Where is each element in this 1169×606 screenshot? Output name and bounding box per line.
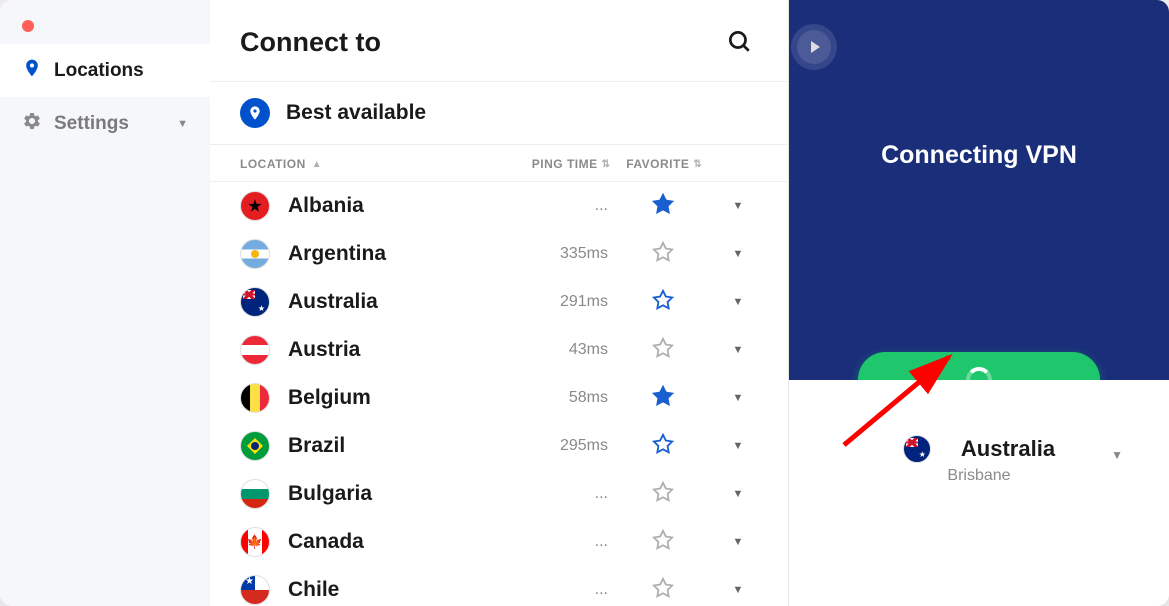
- expand-toggle[interactable]: ▼: [718, 248, 758, 260]
- country-name: Bulgaria: [288, 482, 498, 506]
- ping-value: 295ms: [498, 437, 608, 455]
- star-icon: [652, 337, 674, 359]
- flag-icon: [240, 479, 270, 509]
- search-icon: [726, 28, 752, 54]
- connection-panel: Connecting VPN Australia Brisbane ▼: [789, 0, 1169, 606]
- favorite-toggle[interactable]: [608, 289, 718, 316]
- star-icon: [652, 193, 674, 215]
- favorite-toggle[interactable]: [608, 385, 718, 412]
- country-name: Austria: [288, 338, 498, 362]
- sidebar-item-locations[interactable]: Locations: [0, 44, 210, 97]
- country-name: Canada: [288, 530, 498, 554]
- column-ping[interactable]: PING TIME⇅: [498, 157, 608, 171]
- expand-toggle[interactable]: ▼: [718, 536, 758, 548]
- expand-toggle[interactable]: ▼: [718, 344, 758, 356]
- expand-toggle[interactable]: ▼: [718, 296, 758, 308]
- chevron-down-icon: ▼: [177, 118, 188, 130]
- star-icon: [652, 289, 674, 311]
- main-panel: Connect to Best available LOCATION▲ PING…: [210, 0, 789, 606]
- country-name: Australia: [288, 290, 498, 314]
- star-icon: [652, 529, 674, 551]
- star-icon: [652, 481, 674, 503]
- selected-flag-icon: [903, 435, 931, 463]
- ping-value: ...: [498, 485, 608, 503]
- flag-icon: [240, 527, 270, 557]
- location-pin-icon: [22, 58, 42, 83]
- expand-toggle[interactable]: ▼: [718, 584, 758, 596]
- flag-icon: [240, 287, 270, 317]
- favorite-toggle[interactable]: [608, 193, 718, 220]
- expand-toggle[interactable]: ▼: [718, 200, 758, 212]
- expand-toggle[interactable]: ▼: [718, 440, 758, 452]
- country-name: Brazil: [288, 434, 498, 458]
- star-icon: [652, 577, 674, 599]
- sidebar: Locations Settings ▼: [0, 0, 210, 606]
- close-window-button[interactable]: [22, 20, 34, 32]
- favorite-toggle[interactable]: [608, 481, 718, 508]
- selected-city-name: Brisbane: [947, 467, 1010, 485]
- window-controls: [0, 0, 210, 44]
- location-list[interactable]: Albania ... ▼ Argentina 335ms ▼ Australi…: [210, 182, 788, 606]
- header: Connect to: [210, 0, 788, 82]
- star-icon: [652, 241, 674, 263]
- country-name: Albania: [288, 194, 498, 218]
- favorite-toggle[interactable]: [608, 337, 718, 364]
- expand-toggle[interactable]: ▼: [718, 392, 758, 404]
- location-row[interactable]: Australia 291ms ▼: [210, 278, 788, 326]
- sidebar-item-settings[interactable]: Settings ▼: [0, 97, 210, 150]
- flag-icon: [240, 239, 270, 269]
- favorite-toggle[interactable]: [608, 433, 718, 460]
- column-location[interactable]: LOCATION▲: [240, 157, 498, 171]
- favorite-toggle[interactable]: [608, 577, 718, 604]
- flag-icon: [240, 383, 270, 413]
- sort-icon: ⇅: [693, 159, 699, 170]
- selected-location-area: Australia Brisbane ▼: [789, 380, 1169, 606]
- connection-status-text: Connecting VPN: [881, 141, 1077, 170]
- country-name: Chile: [288, 578, 498, 602]
- sidebar-item-label: Locations: [54, 60, 144, 82]
- country-name: Belgium: [288, 386, 498, 410]
- location-row[interactable]: Chile ... ▼: [210, 566, 788, 606]
- ping-value: 291ms: [498, 293, 608, 311]
- ping-value: 58ms: [498, 389, 608, 407]
- best-available-label: Best available: [286, 101, 426, 125]
- favorite-toggle[interactable]: [608, 529, 718, 556]
- flag-icon: [240, 335, 270, 365]
- location-dropdown-toggle[interactable]: ▼: [1111, 448, 1123, 462]
- flag-icon: [240, 431, 270, 461]
- search-button[interactable]: [720, 22, 758, 63]
- location-row[interactable]: Canada ... ▼: [210, 518, 788, 566]
- selected-location[interactable]: Australia: [903, 435, 1055, 463]
- ping-value: 43ms: [498, 341, 608, 359]
- ping-value: ...: [498, 581, 608, 599]
- ping-value: 335ms: [498, 245, 608, 263]
- ping-value: ...: [498, 197, 608, 215]
- country-name: Argentina: [288, 242, 498, 266]
- location-row[interactable]: Brazil 295ms ▼: [210, 422, 788, 470]
- location-row[interactable]: Austria 43ms ▼: [210, 326, 788, 374]
- location-row[interactable]: Bulgaria ... ▼: [210, 470, 788, 518]
- flag-icon: [240, 575, 270, 605]
- gear-icon: [22, 111, 42, 136]
- play-button[interactable]: [797, 30, 831, 64]
- favorite-toggle[interactable]: [608, 241, 718, 268]
- sort-icon: ▲: [312, 159, 320, 170]
- expand-toggle[interactable]: ▼: [718, 488, 758, 500]
- location-row[interactable]: Albania ... ▼: [210, 182, 788, 230]
- page-title: Connect to: [240, 27, 381, 58]
- sidebar-item-label: Settings: [54, 113, 129, 135]
- star-icon: [652, 433, 674, 455]
- connection-status-area: Connecting VPN: [789, 0, 1169, 380]
- location-row[interactable]: Argentina 335ms ▼: [210, 230, 788, 278]
- best-available-row[interactable]: Best available: [210, 82, 788, 145]
- selected-country-name: Australia: [961, 436, 1055, 462]
- star-icon: [652, 385, 674, 407]
- column-favorite[interactable]: FAVORITE⇅: [608, 157, 718, 171]
- ping-value: ...: [498, 533, 608, 551]
- best-location-icon: [240, 98, 270, 128]
- column-headers: LOCATION▲ PING TIME⇅ FAVORITE⇅: [210, 145, 788, 182]
- flag-icon: [240, 191, 270, 221]
- location-row[interactable]: Belgium 58ms ▼: [210, 374, 788, 422]
